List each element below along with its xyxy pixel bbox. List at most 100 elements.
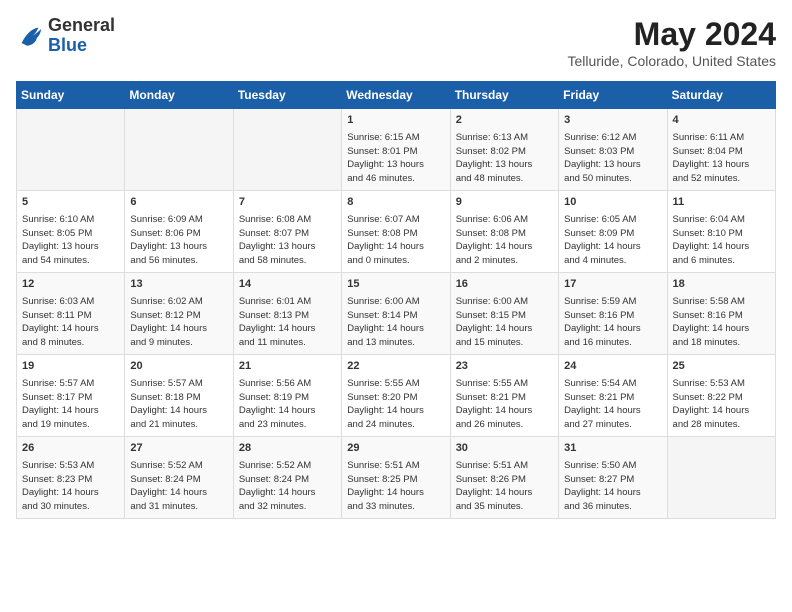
calendar-body: 1Sunrise: 6:15 AM Sunset: 8:01 PM Daylig… xyxy=(17,109,776,519)
day-number: 29 xyxy=(347,441,444,457)
day-info: Sunrise: 6:06 AM Sunset: 8:08 PM Dayligh… xyxy=(456,213,553,268)
day-number: 19 xyxy=(22,359,119,375)
calendar-cell: 13Sunrise: 6:02 AM Sunset: 8:12 PM Dayli… xyxy=(125,273,233,355)
day-number: 5 xyxy=(22,195,119,211)
day-number: 30 xyxy=(456,441,553,457)
day-info: Sunrise: 6:11 AM Sunset: 8:04 PM Dayligh… xyxy=(673,131,770,186)
day-number: 10 xyxy=(564,195,661,211)
calendar-cell: 25 Sunrise: 5:53 AM Sunset: 8:22 PM Dayli… xyxy=(667,355,775,437)
calendar-cell: 22Sunrise: 5:55 AM Sunset: 8:20 PM Dayli… xyxy=(342,355,450,437)
day-info: Sunrise: 5:52 AM Sunset: 8:24 PM Dayligh… xyxy=(130,459,227,514)
day-number: 18 xyxy=(673,277,770,293)
calendar-cell: 10 Sunrise: 6:05 AM Sunset: 8:09 PM Dayli… xyxy=(559,191,667,273)
day-info: Sunrise: 5:51 AM Sunset: 8:25 PM Dayligh… xyxy=(347,459,444,514)
day-number: 28 xyxy=(239,441,336,457)
day-info: Sunrise: 5:53 AM Sunset: 8:22 PM Dayligh… xyxy=(673,377,770,432)
calendar-cell: 29 Sunrise: 5:51 AM Sunset: 8:25 PM Dayli… xyxy=(342,437,450,519)
day-number: 2 xyxy=(456,113,553,129)
calendar-cell: 6Sunrise: 6:09 AM Sunset: 8:06 PM Daylig… xyxy=(125,191,233,273)
calendar-cell: 1Sunrise: 6:15 AM Sunset: 8:01 PM Daylig… xyxy=(342,109,450,191)
day-info: Sunrise: 5:53 AM Sunset: 8:23 PM Dayligh… xyxy=(22,459,119,514)
calendar-cell: 5 Sunrise: 6:10 AM Sunset: 8:05 PM Daylig… xyxy=(17,191,125,273)
calendar-week: 5 Sunrise: 6:10 AM Sunset: 8:05 PM Daylig… xyxy=(17,191,776,273)
day-info: Sunrise: 6:02 AM Sunset: 8:12 PM Dayligh… xyxy=(130,295,227,350)
day-info: Sunrise: 5:58 AM Sunset: 8:16 PM Dayligh… xyxy=(673,295,770,350)
calendar-cell: 4 Sunrise: 6:11 AM Sunset: 8:04 PM Daylig… xyxy=(667,109,775,191)
day-number: 16 xyxy=(456,277,553,293)
header-cell-wednesday: Wednesday xyxy=(342,82,450,109)
header-cell-saturday: Saturday xyxy=(667,82,775,109)
day-number: 6 xyxy=(130,195,227,211)
day-info: Sunrise: 6:12 AM Sunset: 8:03 PM Dayligh… xyxy=(564,131,661,186)
day-info: Sunrise: 6:15 AM Sunset: 8:01 PM Dayligh… xyxy=(347,131,444,186)
title-block: May 2024 Telluride, Colorado, United Sta… xyxy=(567,16,776,69)
day-info: Sunrise: 6:00 AM Sunset: 8:15 PM Dayligh… xyxy=(456,295,553,350)
header-cell-sunday: Sunday xyxy=(17,82,125,109)
day-info: Sunrise: 5:57 AM Sunset: 8:18 PM Dayligh… xyxy=(130,377,227,432)
day-number: 24 xyxy=(564,359,661,375)
header-cell-tuesday: Tuesday xyxy=(233,82,341,109)
calendar-header: SundayMondayTuesdayWednesdayThursdayFrid… xyxy=(17,82,776,109)
day-info: Sunrise: 5:51 AM Sunset: 8:26 PM Dayligh… xyxy=(456,459,553,514)
day-number: 27 xyxy=(130,441,227,457)
calendar-cell xyxy=(233,109,341,191)
header-cell-thursday: Thursday xyxy=(450,82,558,109)
day-info: Sunrise: 6:13 AM Sunset: 8:02 PM Dayligh… xyxy=(456,131,553,186)
calendar-cell xyxy=(667,437,775,519)
calendar-cell: 15 Sunrise: 6:00 AM Sunset: 8:14 PM Dayli… xyxy=(342,273,450,355)
header-cell-monday: Monday xyxy=(125,82,233,109)
calendar-week: 26Sunrise: 5:53 AM Sunset: 8:23 PM Dayli… xyxy=(17,437,776,519)
page-subtitle: Telluride, Colorado, United States xyxy=(567,53,776,69)
day-number: 4 xyxy=(673,113,770,129)
logo: General Blue xyxy=(16,16,115,56)
day-number: 14 xyxy=(239,277,336,293)
day-info: Sunrise: 6:00 AM Sunset: 8:14 PM Dayligh… xyxy=(347,295,444,350)
day-number: 15 xyxy=(347,277,444,293)
calendar-cell: 16 Sunrise: 6:00 AM Sunset: 8:15 PM Dayli… xyxy=(450,273,558,355)
calendar-cell: 9Sunrise: 6:06 AM Sunset: 8:08 PM Daylig… xyxy=(450,191,558,273)
calendar-cell: 26Sunrise: 5:53 AM Sunset: 8:23 PM Dayli… xyxy=(17,437,125,519)
calendar-cell: 19 Sunrise: 5:57 AM Sunset: 8:17 PM Dayli… xyxy=(17,355,125,437)
calendar-cell: 23 Sunrise: 5:55 AM Sunset: 8:21 PM Dayli… xyxy=(450,355,558,437)
header-cell-friday: Friday xyxy=(559,82,667,109)
calendar-cell: 2 Sunrise: 6:13 AM Sunset: 8:02 PM Daylig… xyxy=(450,109,558,191)
logo-text: General Blue xyxy=(48,16,115,56)
day-number: 21 xyxy=(239,359,336,375)
day-info: Sunrise: 6:10 AM Sunset: 8:05 PM Dayligh… xyxy=(22,213,119,268)
day-number: 11 xyxy=(673,195,770,211)
calendar-cell: 18 Sunrise: 5:58 AM Sunset: 8:16 PM Dayli… xyxy=(667,273,775,355)
day-info: Sunrise: 5:55 AM Sunset: 8:20 PM Dayligh… xyxy=(347,377,444,432)
calendar-cell: 11 Sunrise: 6:04 AM Sunset: 8:10 PM Dayli… xyxy=(667,191,775,273)
logo-icon xyxy=(16,22,44,50)
calendar-cell xyxy=(125,109,233,191)
day-number: 17 xyxy=(564,277,661,293)
day-info: Sunrise: 6:04 AM Sunset: 8:10 PM Dayligh… xyxy=(673,213,770,268)
calendar-cell: 24 Sunrise: 5:54 AM Sunset: 8:21 PM Dayli… xyxy=(559,355,667,437)
calendar-cell: 20Sunrise: 5:57 AM Sunset: 8:18 PM Dayli… xyxy=(125,355,233,437)
day-info: Sunrise: 5:57 AM Sunset: 8:17 PM Dayligh… xyxy=(22,377,119,432)
day-number: 23 xyxy=(456,359,553,375)
day-info: Sunrise: 6:05 AM Sunset: 8:09 PM Dayligh… xyxy=(564,213,661,268)
day-info: Sunrise: 5:52 AM Sunset: 8:24 PM Dayligh… xyxy=(239,459,336,514)
calendar-week: 1Sunrise: 6:15 AM Sunset: 8:01 PM Daylig… xyxy=(17,109,776,191)
calendar-cell: 21 Sunrise: 5:56 AM Sunset: 8:19 PM Dayli… xyxy=(233,355,341,437)
calendar-cell xyxy=(17,109,125,191)
calendar-cell: 31Sunrise: 5:50 AM Sunset: 8:27 PM Dayli… xyxy=(559,437,667,519)
day-number: 3 xyxy=(564,113,661,129)
day-number: 12 xyxy=(22,277,119,293)
calendar-week: 19 Sunrise: 5:57 AM Sunset: 8:17 PM Dayli… xyxy=(17,355,776,437)
header-row: SundayMondayTuesdayWednesdayThursdayFrid… xyxy=(17,82,776,109)
calendar-cell: 14 Sunrise: 6:01 AM Sunset: 8:13 PM Dayli… xyxy=(233,273,341,355)
calendar-cell: 7Sunrise: 6:08 AM Sunset: 8:07 PM Daylig… xyxy=(233,191,341,273)
day-info: Sunrise: 6:01 AM Sunset: 8:13 PM Dayligh… xyxy=(239,295,336,350)
calendar-cell: 8Sunrise: 6:07 AM Sunset: 8:08 PM Daylig… xyxy=(342,191,450,273)
day-info: Sunrise: 5:54 AM Sunset: 8:21 PM Dayligh… xyxy=(564,377,661,432)
day-info: Sunrise: 5:56 AM Sunset: 8:19 PM Dayligh… xyxy=(239,377,336,432)
day-info: Sunrise: 5:55 AM Sunset: 8:21 PM Dayligh… xyxy=(456,377,553,432)
day-info: Sunrise: 6:08 AM Sunset: 8:07 PM Dayligh… xyxy=(239,213,336,268)
calendar-cell: 27 Sunrise: 5:52 AM Sunset: 8:24 PM Dayli… xyxy=(125,437,233,519)
calendar-week: 12Sunrise: 6:03 AM Sunset: 8:11 PM Dayli… xyxy=(17,273,776,355)
page-title: May 2024 xyxy=(567,16,776,53)
day-number: 25 xyxy=(673,359,770,375)
calendar-cell: 28 Sunrise: 5:52 AM Sunset: 8:24 PM Dayli… xyxy=(233,437,341,519)
